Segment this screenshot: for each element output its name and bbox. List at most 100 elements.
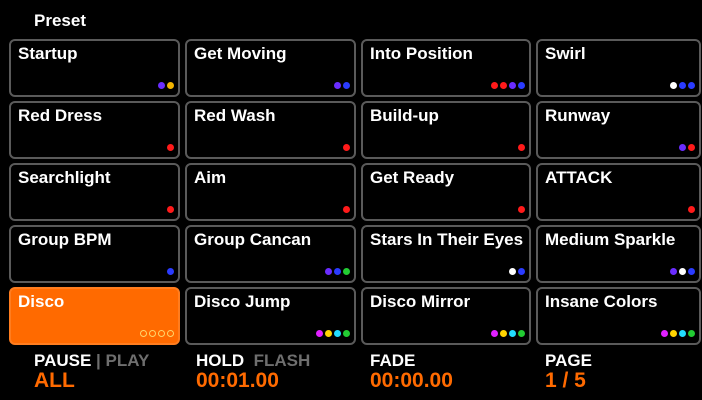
color-dot-icon [518,82,525,89]
preset-tile[interactable]: Stars In Their Eyes [361,225,531,283]
color-dot-icon [491,82,498,89]
color-dots [688,206,695,213]
color-dot-icon [167,206,174,213]
color-dot-icon [140,330,147,337]
page-value: 1 / 5 [545,369,586,392]
color-dot-icon [679,268,686,275]
color-dot-icon [149,330,156,337]
pause-play-separator: | [96,351,101,370]
color-dot-icon [325,268,332,275]
preset-tile[interactable]: Into Position [361,39,531,97]
preset-tile[interactable]: ATTACK [536,163,701,221]
flash-label: FLASH [253,351,311,370]
color-dots [518,206,525,213]
color-dots [167,206,174,213]
preset-tile[interactable]: Runway [536,101,701,159]
preset-label: Group BPM [18,230,112,249]
color-dot-icon [670,268,677,275]
color-dot-icon [343,330,350,337]
preset-label: Aim [194,168,227,187]
color-dot-icon [158,330,165,337]
pause-play-label: PAUSE | PLAY [34,352,149,370]
color-dots [343,144,350,151]
color-dot-icon [491,330,498,337]
color-dot-icon [688,268,695,275]
hold-flash-control[interactable]: HOLD FLASH 00:01.00 [196,352,310,392]
color-dot-icon [688,82,695,89]
hold-label: HOLD [196,351,245,370]
color-dots [316,330,350,337]
color-dot-icon [167,82,174,89]
color-dot-icon [509,268,516,275]
color-dot-icon [334,82,341,89]
color-dot-icon [500,82,507,89]
preset-tile[interactable]: Medium Sparkle [536,225,701,283]
preset-tile[interactable]: Disco Mirror [361,287,531,345]
color-dots [679,144,695,151]
preset-tile[interactable]: Disco Jump [185,287,356,345]
fade-label: FADE [370,351,416,370]
preset-tile[interactable]: Swirl [536,39,701,97]
pause-play-control[interactable]: PAUSE | PLAY ALL [34,352,149,392]
color-dot-icon [500,330,507,337]
preset-tile[interactable]: Group Cancan [185,225,356,283]
color-dots [343,206,350,213]
color-dot-icon [688,144,695,151]
preset-tile[interactable]: Insane Colors [536,287,701,345]
color-dot-icon [509,330,516,337]
hold-time-value: 00:01.00 [196,369,279,392]
color-dots [661,330,695,337]
preset-label: Build-up [370,106,439,125]
fade-control[interactable]: FADE 00:00.00 [370,352,453,392]
color-dot-icon [167,144,174,151]
preset-tile[interactable]: Red Wash [185,101,356,159]
color-dots [509,268,525,275]
footer-bar: PAUSE | PLAY ALL HOLD FLASH 00:01.00 FAD… [0,346,702,400]
color-dot-icon [518,206,525,213]
preset-tile[interactable]: Group BPM [9,225,180,283]
color-dots [334,82,350,89]
color-dot-icon [343,268,350,275]
preset-label: Disco [18,292,65,311]
hold-flash-label: HOLD FLASH [196,352,310,370]
color-dots [670,268,695,275]
color-dot-icon [518,144,525,151]
color-dots [670,82,695,89]
color-dots [158,82,174,89]
pause-label: PAUSE [34,351,92,370]
color-dot-icon [325,330,332,337]
color-dot-icon [167,330,174,337]
preset-label: Stars In Their Eyes [370,230,524,249]
page-label: PAGE [545,351,592,370]
preset-label: ATTACK [545,168,613,187]
preset-tile[interactable]: Get Ready [361,163,531,221]
color-dots [167,268,174,275]
preset-label: Red Dress [18,106,103,125]
preset-tile[interactable]: Get Moving [185,39,356,97]
color-dot-icon [158,82,165,89]
preset-tile[interactable]: Startup [9,39,180,97]
page-title: Preset [34,11,86,30]
preset-tile[interactable]: Build-up [361,101,531,159]
color-dot-icon [316,330,323,337]
color-dot-icon [343,206,350,213]
page-control[interactable]: PAGE 1 / 5 [545,352,592,392]
preset-tile[interactable]: Red Dress [9,101,180,159]
preset-label: Get Ready [370,168,455,187]
color-dot-icon [679,82,686,89]
color-dot-icon [688,206,695,213]
preset-tile[interactable]: Aim [185,163,356,221]
color-dots [167,144,174,151]
preset-tile[interactable]: Disco [9,287,180,345]
preset-label: Red Wash [194,106,276,125]
color-dot-icon [343,82,350,89]
color-dot-icon [670,330,677,337]
preset-label: Into Position [370,44,473,63]
color-dot-icon [334,330,341,337]
color-dots [518,144,525,151]
color-dot-icon [334,268,341,275]
preset-label: Medium Sparkle [545,230,676,249]
preset-tile[interactable]: Searchlight [9,163,180,221]
preset-label: Searchlight [18,168,111,187]
play-label: PLAY [105,351,150,370]
